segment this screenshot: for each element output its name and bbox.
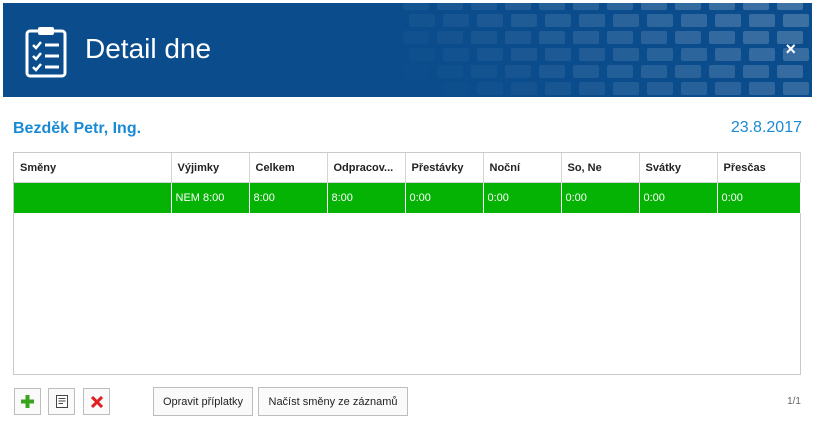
day-date: 23.8.2017 bbox=[730, 119, 802, 136]
column-header-so-ne[interactable]: So, Ne bbox=[561, 153, 640, 183]
shifts-grid: Směny Výjimky Celkem Odpracov... Přestáv… bbox=[13, 152, 801, 375]
shifts-table: Směny Výjimky Celkem Odpracov... Přestáv… bbox=[14, 153, 801, 213]
fix-surcharges-button[interactable]: Opravit příplatky bbox=[153, 387, 253, 416]
column-header-svatky[interactable]: Svátky bbox=[639, 153, 718, 183]
clipboard-checklist-icon bbox=[25, 27, 67, 78]
load-shifts-button[interactable]: Načíst směny ze záznamů bbox=[258, 387, 408, 416]
page-indicator: 1/1 bbox=[787, 396, 801, 407]
cell-vyjimky: NEM 8:00 bbox=[171, 182, 250, 213]
dialog-header: Detail dne × bbox=[3, 3, 812, 97]
employee-name: Bezděk Petr, Ing. bbox=[13, 120, 142, 137]
cell-smeny bbox=[14, 182, 172, 213]
table-header-row: Směny Výjimky Celkem Odpracov... Přestáv… bbox=[14, 153, 801, 183]
dialog-title: Detail dne bbox=[85, 33, 212, 64]
delete-button[interactable] bbox=[83, 388, 110, 415]
table-row[interactable]: NEM 8:00 8:00 8:00 0:00 0:00 0:00 0:00 0… bbox=[14, 182, 801, 213]
cell-prescas: 0:00 bbox=[717, 182, 801, 213]
column-header-celkem[interactable]: Celkem bbox=[249, 153, 328, 183]
cell-svatky: 0:00 bbox=[639, 182, 718, 213]
x-icon bbox=[90, 395, 103, 408]
cell-nocni: 0:00 bbox=[483, 182, 562, 213]
edit-button[interactable] bbox=[48, 388, 75, 415]
note-icon bbox=[55, 395, 68, 408]
column-header-prestavky[interactable]: Přestávky bbox=[405, 153, 484, 183]
plus-icon bbox=[21, 395, 34, 408]
column-header-prescas[interactable]: Přesčas bbox=[717, 153, 801, 183]
column-header-smeny[interactable]: Směny bbox=[14, 153, 172, 183]
cell-odpracovano: 8:00 bbox=[327, 182, 406, 213]
cell-celkem: 8:00 bbox=[249, 182, 328, 213]
add-button[interactable] bbox=[14, 388, 41, 415]
column-header-odpracovano[interactable]: Odpracov... bbox=[327, 153, 406, 183]
close-button[interactable]: × bbox=[785, 39, 796, 59]
cell-so-ne: 0:00 bbox=[561, 182, 640, 213]
column-header-nocni[interactable]: Noční bbox=[483, 153, 562, 183]
column-header-vyjimky[interactable]: Výjimky bbox=[171, 153, 250, 183]
cell-prestavky: 0:00 bbox=[405, 182, 484, 213]
